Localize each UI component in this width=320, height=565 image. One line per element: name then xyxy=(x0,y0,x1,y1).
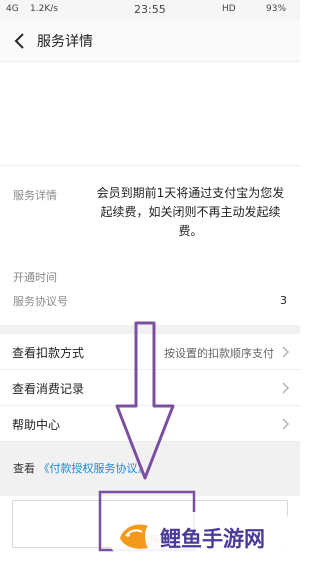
view-prefix: 查看 xyxy=(13,462,35,475)
service-header-area xyxy=(0,63,300,165)
watermark-text: 鲤鱼手游网 xyxy=(160,527,265,551)
hd-badge: HD xyxy=(222,4,236,14)
open-time-label: 开通时间 xyxy=(13,271,57,284)
fish-logo-icon xyxy=(120,524,148,549)
service-detail-label: 服务详情 xyxy=(13,189,57,202)
menu-item-value: 按设置的扣款顺序支付 xyxy=(164,347,274,360)
status-bar: 4G 1.2K/s 23:55 HD 93% xyxy=(0,0,300,20)
battery-level: 93% xyxy=(266,4,287,14)
agreement-number-label: 服务协议号 xyxy=(13,295,68,308)
chevron-right-icon xyxy=(282,418,290,430)
network-type: 4G xyxy=(6,4,19,14)
status-time: 23:55 xyxy=(134,3,166,16)
menu-item-label: 帮助中心 xyxy=(12,418,61,432)
chevron-right-icon xyxy=(282,346,290,358)
menu-item-label: 查看消费记录 xyxy=(12,382,85,396)
page-title: 服务详情 xyxy=(37,34,93,50)
menu-item-consumption-records[interactable]: 查看消费记录 xyxy=(0,370,300,406)
service-info-card: 服务详情 会员到期前1天将通过支付宝为您发起续费，如关闭则不再主动发起续费。 开… xyxy=(0,165,300,325)
menu-item-label: 查看扣款方式 xyxy=(12,346,85,360)
payment-authorization-agreement-link[interactable]: 《付款授权服务协议》 xyxy=(39,462,149,475)
site-watermark: 鲤鱼手游网 xyxy=(108,512,298,560)
agreement-link-line: 查看 《付款授权服务协议》 xyxy=(13,460,149,476)
service-detail-value: 会员到期前1天将通过支付宝为您发起续费，如关闭则不再主动发起续费。 xyxy=(96,186,285,238)
menu-item-payment-method[interactable]: 查看扣款方式 按设置的扣款顺序支付 xyxy=(0,334,300,370)
agreement-number-value: 3 xyxy=(280,294,287,307)
chevron-right-icon xyxy=(282,382,290,394)
back-arrow-icon[interactable] xyxy=(10,31,30,51)
network-speed: 1.2K/s xyxy=(30,4,58,14)
menu-item-help-center[interactable]: 帮助中心 xyxy=(0,406,300,442)
nav-bar: 服务详情 xyxy=(0,20,300,62)
section-divider xyxy=(0,325,300,334)
